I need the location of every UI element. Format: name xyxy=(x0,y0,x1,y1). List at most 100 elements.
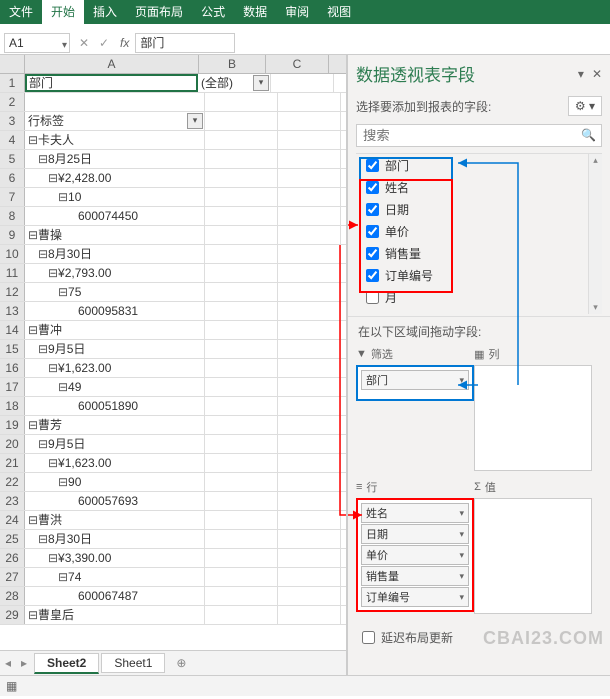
cell[interactable] xyxy=(205,226,278,244)
cell[interactable] xyxy=(205,340,278,358)
cell[interactable] xyxy=(205,378,278,396)
cell[interactable] xyxy=(205,454,278,472)
cell[interactable] xyxy=(278,283,341,301)
chevron-down-icon[interactable]: ▾ xyxy=(460,375,465,386)
chevron-down-icon[interactable]: ▾ xyxy=(460,508,465,519)
cell[interactable]: ⊟曹芳 xyxy=(25,416,205,434)
field-checkbox[interactable] xyxy=(366,225,379,238)
cancel-icon[interactable]: ✕ xyxy=(74,34,94,52)
cell[interactable] xyxy=(278,549,341,567)
cell[interactable] xyxy=(205,606,278,624)
row-header[interactable]: 19 xyxy=(0,416,25,434)
cell[interactable]: ⊟曹操 xyxy=(25,226,205,244)
row-header[interactable]: 25 xyxy=(0,530,25,548)
ribbon-tab-审阅[interactable]: 审阅 xyxy=(276,0,318,24)
cell[interactable] xyxy=(278,397,341,415)
cell[interactable] xyxy=(205,359,278,377)
row-header[interactable]: 8 xyxy=(0,207,25,225)
field-checkbox[interactable] xyxy=(366,291,379,304)
cell[interactable]: ⊟¥3,390.00 xyxy=(25,549,205,567)
field-item[interactable]: 部门 xyxy=(356,154,602,176)
cell[interactable] xyxy=(205,150,278,168)
cell[interactable] xyxy=(205,93,278,111)
confirm-icon[interactable]: ✓ xyxy=(94,34,114,52)
cell[interactable]: 600095831 xyxy=(25,302,205,320)
row-header[interactable]: 5 xyxy=(0,150,25,168)
cell[interactable]: ⊟8月25日 xyxy=(25,150,205,168)
filter-dropdown-icon[interactable]: ▾ xyxy=(187,113,203,129)
row-header[interactable]: 22 xyxy=(0,473,25,491)
cell[interactable]: ⊟10 xyxy=(25,188,205,206)
row-header[interactable]: 16 xyxy=(0,359,25,377)
area-chip[interactable]: 姓名▾ xyxy=(361,503,469,523)
chevron-down-icon[interactable]: ▾ xyxy=(460,529,465,540)
cell[interactable] xyxy=(278,93,341,111)
cell[interactable]: 部门 xyxy=(25,74,198,92)
cell[interactable] xyxy=(278,321,341,339)
defer-checkbox[interactable] xyxy=(362,631,375,644)
row-header[interactable]: 1 xyxy=(0,74,25,92)
row-header[interactable]: 3 xyxy=(0,112,25,130)
cell[interactable]: 600051890 xyxy=(25,397,205,415)
cell[interactable] xyxy=(278,169,341,187)
add-sheet-icon[interactable]: ⊕ xyxy=(171,656,191,670)
cell[interactable]: ⊟75 xyxy=(25,283,205,301)
scrollbar[interactable]: ▴▾ xyxy=(588,154,602,314)
row-header[interactable]: 17 xyxy=(0,378,25,396)
field-checkbox[interactable] xyxy=(366,181,379,194)
ribbon-tab-公式[interactable]: 公式 xyxy=(192,0,234,24)
defer-layout[interactable]: 延迟布局更新 xyxy=(348,622,610,653)
cell[interactable]: ⊟曹洪 xyxy=(25,511,205,529)
search-input[interactable] xyxy=(356,124,602,147)
name-box[interactable]: A1▾ xyxy=(4,33,70,53)
cell[interactable]: ⊟曹冲 xyxy=(25,321,205,339)
cell[interactable] xyxy=(205,568,278,586)
tab-nav-prev-icon[interactable]: ◂ xyxy=(0,656,16,670)
cell[interactable] xyxy=(205,169,278,187)
sheet-tab-Sheet1[interactable]: Sheet1 xyxy=(101,653,165,673)
cell[interactable] xyxy=(205,473,278,491)
values-area[interactable] xyxy=(474,498,592,614)
pane-menu-icon[interactable]: ▾ xyxy=(578,67,584,81)
cell[interactable]: ⊟9月5日 xyxy=(25,340,205,358)
cell[interactable] xyxy=(278,530,341,548)
field-item[interactable]: 单价 xyxy=(356,220,602,242)
cell[interactable]: ⊟卡夫人 xyxy=(25,131,205,149)
row-header[interactable]: 9 xyxy=(0,226,25,244)
cell[interactable] xyxy=(278,340,341,358)
cell[interactable] xyxy=(205,587,278,605)
cell[interactable] xyxy=(205,511,278,529)
chevron-down-icon[interactable]: ▾ xyxy=(460,592,465,603)
cell[interactable] xyxy=(278,188,341,206)
row-header[interactable]: 4 xyxy=(0,131,25,149)
cell[interactable]: ⊟¥1,623.00 xyxy=(25,359,205,377)
ribbon-tab-插入[interactable]: 插入 xyxy=(84,0,126,24)
grid-icon[interactable]: ▦ xyxy=(6,679,17,693)
cell[interactable] xyxy=(205,321,278,339)
cell[interactable]: ⊟8月30日 xyxy=(25,245,205,263)
cell[interactable] xyxy=(205,416,278,434)
cell[interactable]: 行标签▾ xyxy=(25,112,205,130)
field-checkbox[interactable] xyxy=(366,203,379,216)
area-chip[interactable]: 销售量▾ xyxy=(361,566,469,586)
cell[interactable]: ⊟74 xyxy=(25,568,205,586)
ribbon-tab-页面布局[interactable]: 页面布局 xyxy=(126,0,192,24)
cell[interactable]: 600057693 xyxy=(25,492,205,510)
close-icon[interactable]: ✕ xyxy=(592,67,602,81)
row-header[interactable]: 11 xyxy=(0,264,25,282)
cell[interactable]: 600074450 xyxy=(25,207,205,225)
cell[interactable] xyxy=(278,359,341,377)
ribbon-tab-视图[interactable]: 视图 xyxy=(318,0,360,24)
cell[interactable] xyxy=(205,283,278,301)
cell[interactable] xyxy=(278,435,341,453)
field-item[interactable]: 月 xyxy=(356,286,602,308)
field-item[interactable]: 日期 xyxy=(356,198,602,220)
ribbon-tab-开始[interactable]: 开始 xyxy=(42,0,84,24)
cell[interactable] xyxy=(205,188,278,206)
cell[interactable] xyxy=(205,530,278,548)
ribbon-tab-数据[interactable]: 数据 xyxy=(234,0,276,24)
cell[interactable]: ⊟8月30日 xyxy=(25,530,205,548)
row-header[interactable]: 6 xyxy=(0,169,25,187)
cell[interactable] xyxy=(278,606,341,624)
cell[interactable] xyxy=(278,473,341,491)
